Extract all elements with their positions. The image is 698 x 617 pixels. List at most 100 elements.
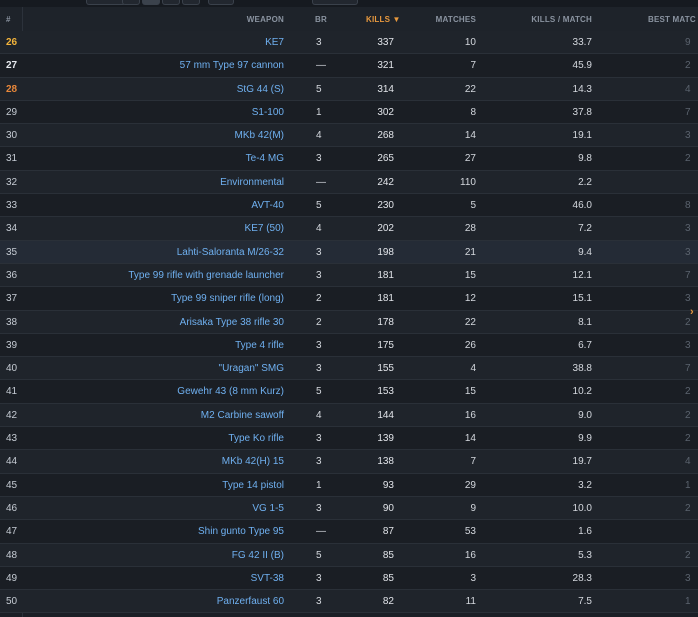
header-br[interactable]: BR xyxy=(315,7,327,31)
table-row[interactable]: 48 FG 42 II (B) 5 85 16 5.3 2 xyxy=(0,543,698,567)
weapon-link[interactable]: KE7 (50) xyxy=(245,217,284,239)
kills-per-match-cell: 19.1 xyxy=(572,130,592,142)
header-best-match[interactable]: BEST MATC xyxy=(648,7,696,31)
search-box[interactable] xyxy=(312,0,358,5)
table-row[interactable]: 28 StG 44 (S) 5 314 22 14.3 4 xyxy=(0,77,698,101)
table-row[interactable]: 31 Te-4 MG 3 265 27 9.8 2 xyxy=(0,147,698,171)
table-row[interactable]: 42 M2 Carbine sawoff 4 144 16 9.0 2 xyxy=(0,403,698,428)
weapon-link[interactable]: MKb 42(H) 15 xyxy=(222,450,284,472)
table-row[interactable]: 34 KE7 (50) 4 202 28 7.2 3 xyxy=(0,217,698,241)
weapon-link[interactable]: M2 Carbine sawoff xyxy=(201,404,284,426)
weapon-link[interactable]: SVT-38 xyxy=(251,567,284,589)
header-kills-per-match[interactable]: KILLS / MATCH xyxy=(531,7,592,31)
kills-cell: 242 xyxy=(377,176,394,188)
table-row[interactable]: 43 Type Ko rifle 3 139 14 9.9 2 xyxy=(0,427,698,451)
rank-cell: 27 xyxy=(6,60,18,72)
kills-cell: 202 xyxy=(377,223,394,235)
table-row[interactable]: 37 Type 99 sniper rifle (long) 2 181 12 15.1 3 xyxy=(0,287,698,311)
table-row[interactable]: 50 Panzerfaust 60 3 82 11 7.5 1 xyxy=(0,590,698,614)
table-row[interactable]: 33 AVT-40 5 230 5 46.0 8 xyxy=(0,194,698,218)
best-match-cell: 9 xyxy=(685,37,691,48)
kills-per-match-cell: 28.3 xyxy=(572,572,592,584)
weapon-link[interactable]: Lahti-Saloranta M/26-32 xyxy=(177,241,284,263)
kills-per-match-cell: 45.9 xyxy=(572,60,592,72)
header-rank[interactable]: # xyxy=(6,7,11,31)
kills-cell: 337 xyxy=(377,37,394,48)
table-row[interactable]: 39 Type 4 rifle 3 175 26 6.7 3 xyxy=(0,333,698,358)
weapon-link[interactable]: Panzerfaust 60 xyxy=(217,590,284,612)
matches-cell: 22 xyxy=(464,83,476,95)
weapon-link[interactable]: Type 4 rifle xyxy=(235,334,284,356)
header-matches[interactable]: MATCHES xyxy=(436,7,476,31)
weapon-link[interactable]: Shin gunto Type 95 xyxy=(198,520,284,542)
rank-cell: 46 xyxy=(6,502,18,514)
weapon-link[interactable]: KE7 xyxy=(265,31,284,53)
table-row[interactable]: 38 Arisaka Type 38 rifle 30 2 178 22 8.1 2 xyxy=(0,310,698,334)
weapon-link[interactable]: Type 14 pistol xyxy=(222,474,284,496)
kills-cell: 268 xyxy=(377,130,394,142)
kills-cell: 181 xyxy=(377,269,394,281)
kills-per-match-cell: 19.7 xyxy=(572,456,592,468)
weapon-link[interactable]: Type 99 rifle with grenade launcher xyxy=(128,264,284,286)
page-button[interactable] xyxy=(182,0,200,5)
br-cell: 5 xyxy=(316,200,322,212)
table-row[interactable]: 41 Gewehr 43 (8 mm Kurz) 5 153 15 10.2 2 xyxy=(0,380,698,404)
kills-cell: 144 xyxy=(377,409,394,421)
table-row[interactable]: 29 S1-100 1 302 8 37.8 7 xyxy=(0,100,698,125)
weapon-link[interactable]: S1-100 xyxy=(252,101,284,123)
rank-cell: 29 xyxy=(6,106,18,118)
weapon-link[interactable]: Arisaka Type 38 rifle 30 xyxy=(180,311,284,333)
kills-cell: 302 xyxy=(377,106,394,118)
table-row[interactable]: 49 SVT-38 3 85 3 28.3 3 xyxy=(0,566,698,591)
table-row[interactable]: 44 MKb 42(H) 15 3 138 7 19.7 4 xyxy=(0,450,698,474)
br-cell: 4 xyxy=(316,409,322,421)
page-button[interactable] xyxy=(86,0,126,5)
table-row[interactable]: 30 MKb 42(M) 4 268 14 19.1 3 xyxy=(0,124,698,148)
weapon-link[interactable]: MKb 42(M) xyxy=(235,124,284,146)
table-row[interactable]: 26 KE7 3 337 10 33.7 9 xyxy=(0,31,698,55)
kills-cell: 153 xyxy=(377,386,394,398)
kills-per-match-cell: 7.5 xyxy=(578,596,592,608)
page-button-active[interactable] xyxy=(142,0,160,5)
table-row[interactable]: 47 Shin gunto Type 95 — 87 53 1.6 xyxy=(0,520,698,544)
best-match-cell: 2 xyxy=(685,153,691,165)
br-cell: 3 xyxy=(316,572,322,584)
matches-cell: 28 xyxy=(464,223,476,235)
table-row[interactable]: 46 VG 1-5 3 90 9 10.0 2 xyxy=(0,496,698,521)
weapon-link[interactable]: Te-4 MG xyxy=(246,147,284,169)
weapon-link[interactable]: StG 44 (S) xyxy=(237,78,284,100)
weapon-link[interactable]: AVT-40 xyxy=(251,194,284,216)
matches-cell: 15 xyxy=(464,269,476,281)
kills-cell: 181 xyxy=(377,293,394,305)
br-cell: 3 xyxy=(316,502,322,514)
page-button[interactable] xyxy=(208,0,234,5)
table-row[interactable]: 35 Lahti-Saloranta M/26-32 3 198 21 9.4 3 xyxy=(0,240,698,264)
table-row[interactable]: 45 Type 14 pistol 1 93 29 3.2 1 xyxy=(0,473,698,497)
weapon-link[interactable]: "Uragan" SMG xyxy=(219,357,284,379)
weapon-link[interactable]: 57 mm Type 97 cannon xyxy=(180,54,284,76)
weapon-link[interactable]: Type 99 sniper rifle (long) xyxy=(171,287,284,309)
rank-cell: 30 xyxy=(6,130,18,142)
weapon-link[interactable]: Type Ko rifle xyxy=(228,427,284,449)
weapon-link[interactable]: Gewehr 43 (8 mm Kurz) xyxy=(177,380,284,402)
best-match-cell: 2 xyxy=(685,60,691,72)
page-button[interactable] xyxy=(162,0,180,5)
best-match-cell: 3 xyxy=(685,130,691,142)
weapon-link[interactable]: Environmental xyxy=(220,171,284,193)
br-cell: — xyxy=(316,60,326,72)
table-row[interactable]: 27 57 mm Type 97 cannon — 321 7 45.9 2 xyxy=(0,54,698,78)
table-row[interactable]: 40 "Uragan" SMG 3 155 4 38.8 7 xyxy=(0,357,698,381)
rank-cell: 26 xyxy=(6,37,18,48)
page-button[interactable] xyxy=(122,0,140,5)
matches-cell: 11 xyxy=(465,596,476,608)
header-kills[interactable]: KILLS ▼ xyxy=(366,7,401,31)
kills-cell: 314 xyxy=(377,83,394,95)
best-match-cell: 3 xyxy=(685,246,691,258)
header-weapon[interactable]: WEAPON xyxy=(247,7,284,31)
weapon-link[interactable]: FG 42 II (B) xyxy=(232,544,284,566)
table-row[interactable]: 36 Type 99 rifle with grenade launcher 3 18… xyxy=(0,263,698,288)
table-row[interactable]: 32 Environmental — 242 110 2.2 xyxy=(0,170,698,195)
chevron-right-icon[interactable]: › xyxy=(690,306,694,318)
br-cell: 2 xyxy=(316,293,322,305)
weapon-link[interactable]: VG 1-5 xyxy=(252,497,284,519)
